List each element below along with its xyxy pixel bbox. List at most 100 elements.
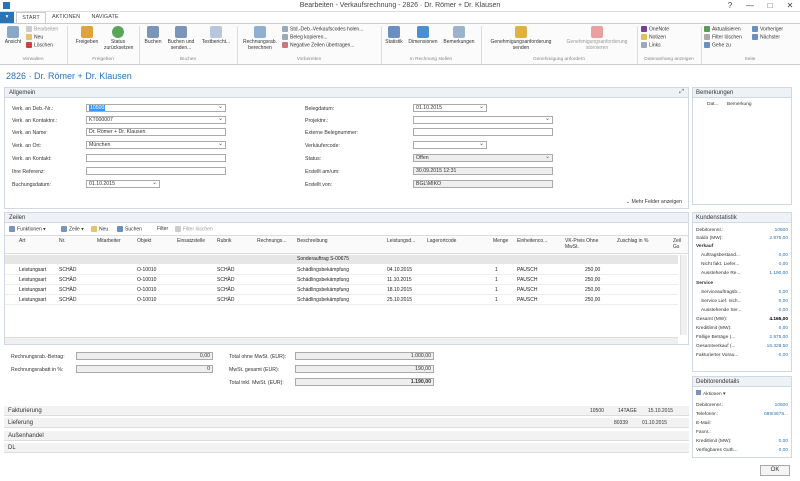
bemerkungen-header[interactable]: Bemerkungen — [693, 88, 791, 98]
zeile-menu[interactable]: Zeile ▾ — [61, 226, 84, 233]
suchen-button[interactable]: Suchen — [117, 226, 142, 233]
referenz-field[interactable] — [86, 167, 226, 175]
links-button[interactable]: Links — [641, 42, 661, 49]
ext-beleg-field[interactable] — [413, 128, 553, 136]
naechster-button[interactable]: Nächster — [752, 34, 780, 41]
col-nr[interactable]: Nr. — [59, 238, 65, 244]
group-row[interactable]: Sonderauftrag S-00675 — [5, 255, 678, 264]
genehmigung-senden-button[interactable]: Genehmigungsanforderung senden — [484, 26, 558, 51]
mehr-felder-link[interactable]: ⌄ Mehr Felder anzeigen — [626, 199, 682, 205]
projektnr-field[interactable] — [413, 116, 553, 124]
ribbon: Ansicht Bearbeiten Neu Löschen Verwalten… — [0, 23, 800, 65]
notizen-button[interactable]: Notizen — [641, 34, 666, 41]
tab-navigate[interactable]: NAVIGATE — [86, 12, 124, 23]
rab-betrag-field[interactable]: 0,00 — [76, 352, 213, 360]
testbericht-button[interactable]: Testbericht... — [199, 26, 233, 45]
grid-hscrollbar[interactable] — [5, 337, 678, 344]
kontakt-nr-field[interactable]: KT000007 — [86, 116, 226, 124]
beleg-kopieren-button[interactable]: Beleg kopieren... — [282, 34, 328, 41]
col-leistungsdatum[interactable]: Leistungsd... — [387, 238, 415, 244]
freigeben-button[interactable]: Freigeben — [72, 26, 102, 45]
belegdatum-field[interactable]: 01.10.2015 — [413, 104, 487, 112]
verkaeufer-field[interactable] — [413, 141, 487, 149]
cell-menge: 1 — [495, 277, 498, 283]
gehe-zu-button[interactable]: Gehe zu — [704, 42, 731, 49]
col-vk-preis[interactable]: VK-Preis Ohne MwSt. — [565, 238, 605, 250]
cancel-approval-icon — [591, 26, 603, 38]
help-button[interactable]: ? — [720, 0, 740, 11]
kundenstatistik-header[interactable]: Kundenstatistik — [693, 213, 791, 223]
kontakt-field[interactable] — [86, 154, 226, 162]
rechnungsrab-button[interactable]: Rechnungsrab. berechnen — [240, 26, 280, 51]
lieferung-tab[interactable]: Lieferung 80339 01.10.2015 — [4, 418, 689, 428]
buchungsdatum-field[interactable]: 01.10.2015 — [86, 180, 160, 188]
ansicht-button[interactable]: Ansicht — [3, 26, 23, 45]
genehmigung-stornieren-button[interactable]: Genehmigungsanforderung stornieren — [560, 26, 634, 51]
neg-zeilen-button[interactable]: Negative Zeilen übertragen... — [282, 42, 354, 49]
restore-button[interactable]: □ — [760, 0, 780, 11]
table-row[interactable]: Leistungsart SCHÄD O-10010 SCHÄD Schädlingsb… — [5, 275, 678, 285]
neu-button[interactable]: Neu — [26, 34, 43, 41]
col-bemerkung: Bemerkung — [727, 102, 752, 107]
dimensionen-button[interactable]: Dimensionen — [406, 26, 440, 45]
aktualisieren-button[interactable]: Aktualisieren — [704, 26, 741, 33]
buchen-senden-button[interactable]: Buchen und senden... — [164, 26, 198, 51]
grid-header: Art Nr. Mitarbeiter Objekt Einsatzstelle… — [5, 235, 688, 254]
debdet-aktionen-menu[interactable]: Aktionen ▾ — [696, 390, 788, 397]
col-objekt[interactable]: Objekt — [137, 238, 151, 244]
zeilen-header[interactable]: Zeilen — [5, 213, 688, 223]
fakturierung-tab[interactable]: Fakturierung 10500 14TAGE 15.10.2015 — [4, 406, 689, 416]
filter-loeschen-ribbon-button[interactable]: Filter löschen — [704, 34, 742, 41]
filter-button[interactable]: Filter — [157, 226, 168, 233]
cell-rubrik: SCHÄD — [217, 287, 235, 293]
expand-icon[interactable]: ⤢ — [679, 89, 684, 96]
debitorendetails-header[interactable]: Debitorendetails — [693, 377, 791, 387]
col-lagerortcode[interactable]: Lagerortcode — [427, 238, 456, 244]
erstellt-am-field: 30.09.2015 12:31 — [413, 167, 553, 175]
funktionen-menu[interactable]: Funktionen ▾ — [9, 226, 46, 233]
name-field[interactable]: Dr. Römer + Dr. Klausen — [86, 128, 226, 136]
status-reset-button[interactable]: Status zurücksetzen — [104, 26, 133, 51]
statistik-button[interactable]: Statistik — [383, 26, 405, 45]
tab-file[interactable]: ▾ — [0, 12, 14, 23]
col-rechnungs[interactable]: Rechnungs... — [257, 238, 286, 244]
stat-verkauf-heading: Verkauf — [696, 244, 714, 249]
col-zuschlag[interactable]: Zuschlag in % — [617, 238, 648, 244]
deb-nr-field[interactable]: 10500 — [86, 104, 226, 112]
rab-proz-field[interactable]: 0 — [76, 365, 213, 373]
col-menge[interactable]: Menge — [493, 238, 508, 244]
std-deb-button[interactable]: Std.-Deb.-Verkaufscodes holen... — [282, 26, 363, 33]
buchen-button[interactable]: Buchen — [142, 26, 164, 45]
ort-field[interactable]: München — [86, 141, 226, 149]
col-mitarbeiter[interactable]: Mitarbeiter — [97, 238, 121, 244]
aussenhandel-tab[interactable]: Außenhandel — [4, 431, 689, 441]
tab-aktionen[interactable]: AKTIONEN — [48, 12, 84, 23]
table-row[interactable]: Leistungsart SCHÄD O-10010 SCHÄD Schädlingsb… — [5, 265, 678, 275]
dl-tab[interactable]: DL — [4, 443, 689, 453]
bearbeiten-button[interactable]: Bearbeiten — [26, 26, 58, 33]
grid-scrollbar[interactable] — [680, 255, 687, 335]
minimize-button[interactable]: — — [740, 0, 760, 11]
vorheriger-button[interactable]: Vorheriger — [752, 26, 783, 33]
col-beschreibung[interactable]: Beschreibung — [297, 238, 328, 244]
tab-start[interactable]: START — [16, 12, 46, 23]
loeschen-button[interactable]: Löschen — [26, 42, 53, 49]
table-row[interactable]: Leistungsart SCHÄD O-10010 SCHÄD Schädlingsb… — [5, 285, 678, 295]
bemerkungen-button[interactable]: Bemerkungen — [441, 26, 477, 45]
view-icon — [7, 26, 19, 38]
col-zeile[interactable]: Zeil Gs — [673, 238, 685, 250]
table-row[interactable]: Leistungsart SCHÄD O-10010 SCHÄD Schädlingsb… — [5, 295, 678, 305]
ok-button[interactable]: OK — [760, 465, 790, 476]
comments-icon — [453, 26, 465, 38]
onenote-button[interactable]: OneNote — [641, 26, 669, 33]
clear-filter-icon — [704, 34, 710, 40]
col-einheit[interactable]: Einheitenco... — [517, 238, 547, 244]
col-art[interactable]: Art — [19, 238, 25, 244]
col-rubrik[interactable]: Rubrik — [217, 238, 231, 244]
close-button[interactable]: ✕ — [780, 0, 800, 11]
zeilen-neu-button[interactable]: Neu — [91, 226, 108, 233]
filter-loeschen-button[interactable]: Filter löschen — [175, 226, 213, 233]
cell-datum: 25.10.2015 — [387, 297, 413, 303]
allgemein-header[interactable]: Allgemein — [5, 88, 688, 98]
col-einsatzstelle[interactable]: Einsatzstelle — [177, 238, 205, 244]
